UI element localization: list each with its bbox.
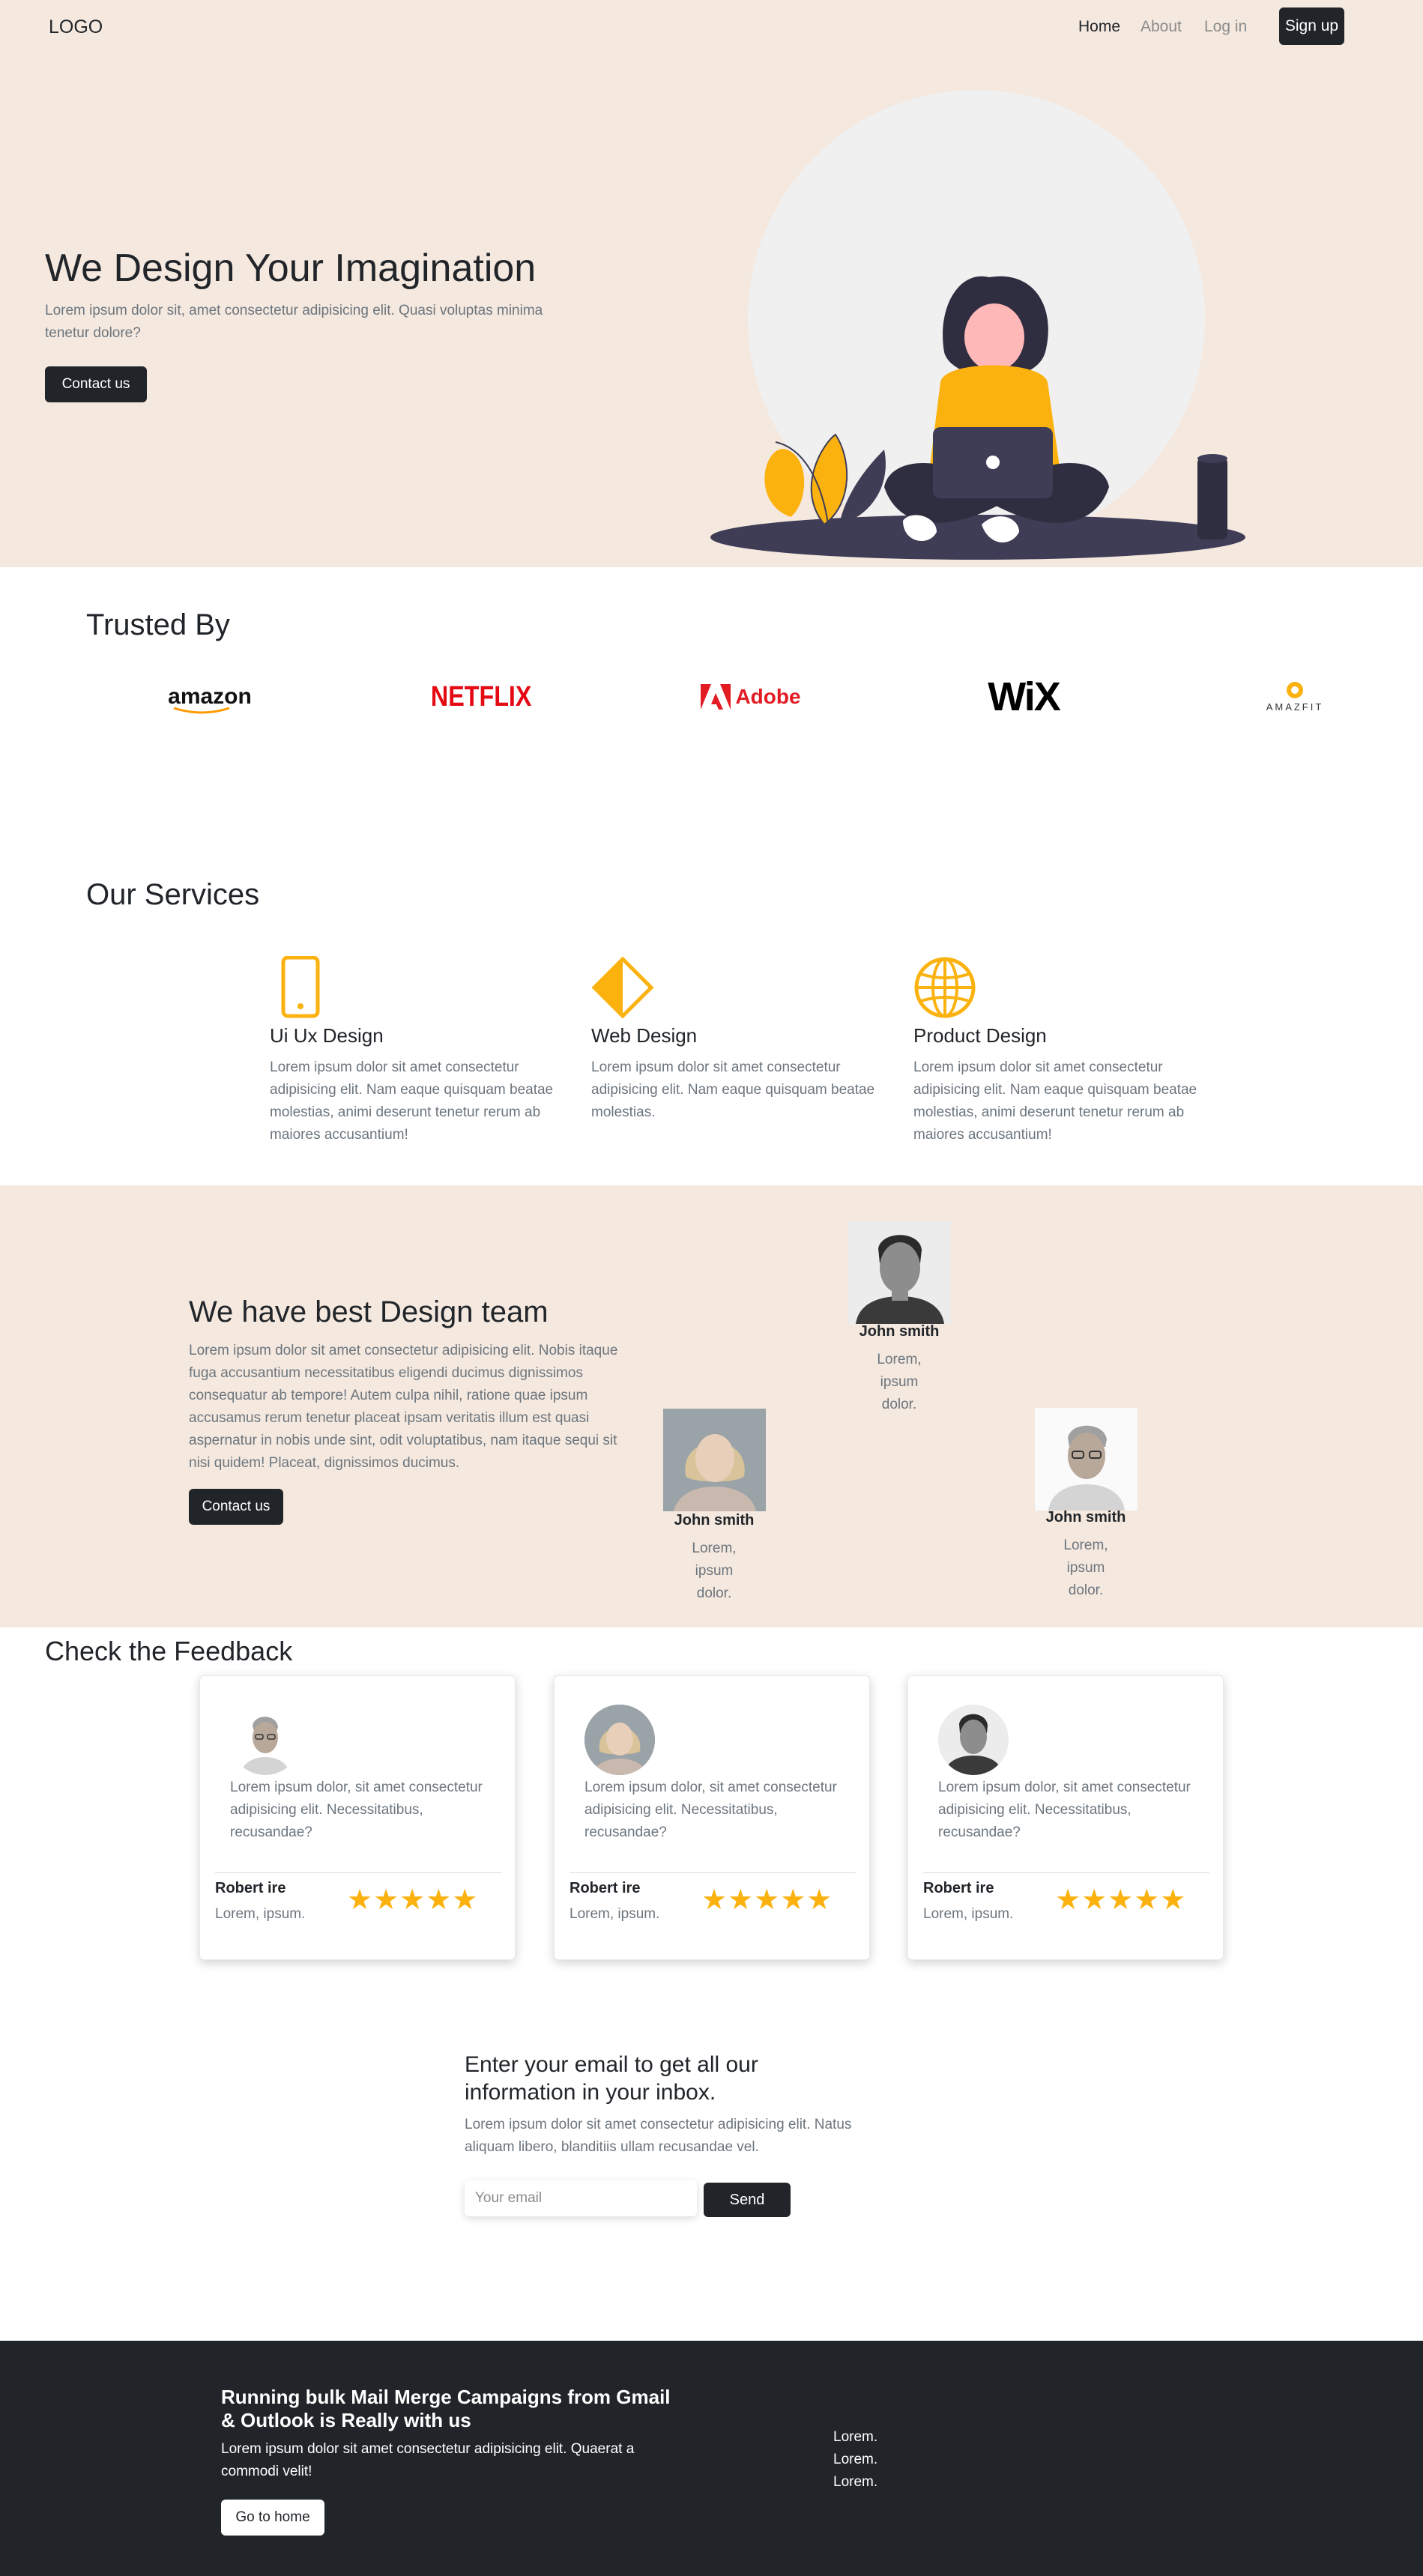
team-member-name: John smith [674,1512,755,1529]
team-member-role: Lorem, ipsum dolor. [877,1352,922,1412]
star-rating: ★★★★★ [347,1884,479,1916]
service-title-ui-ux: Ui Ux Design [270,1024,384,1047]
avatar [230,1705,300,1775]
services-title: Our Services [86,878,260,911]
person-icon [663,1409,766,1511]
person-icon [584,1705,655,1775]
phone-icon [281,956,320,1018]
reviewer-name: Robert ire [923,1880,994,1896]
signup-button[interactable]: Sign up [1279,7,1344,45]
globe-icon [914,957,976,1018]
feedback-title: Check the Feedback [45,1636,293,1666]
send-button[interactable]: Send [704,2183,791,2217]
amazon-logo: amazon [135,678,285,716]
go-home-button[interactable]: Go to home [221,2500,324,2536]
hero-illustration [710,90,1245,560]
reviewer-subtitle: Lorem, ipsum. [569,1906,660,1922]
team-member-role: Lorem, ipsum dolor. [1063,1538,1108,1598]
avatar [938,1705,1009,1775]
service-text-product: Lorem ipsum dolor sit amet consectetur a… [913,1059,1197,1143]
reviewer-subtitle: Lorem, ipsum. [215,1906,306,1922]
wix-logo: WiX [949,674,1099,719]
service-title-web: Web Design [591,1024,698,1047]
wix-logo-text: WiX [988,674,1061,719]
divider [215,1872,501,1873]
divider [569,1872,856,1873]
service-text-ui-ux: Lorem ipsum dolor sit amet consectetur a… [270,1059,554,1143]
amazfit-logo-text: AMAZFIT [1266,701,1324,713]
adobe-logo: Adobe [676,678,826,716]
team-member-role: Lorem, ipsum dolor. [692,1541,737,1601]
amazfit-icon [1287,681,1303,698]
trusted-title: Trusted By [86,608,230,641]
service-text-web: Lorem ipsum dolor sit amet consectetur a… [591,1059,875,1120]
feedback-card: Lorem ipsum dolor, sit amet consectetur … [199,1675,516,1960]
avatar [584,1705,655,1775]
team-member-name: John smith [1045,1509,1126,1526]
nav-home-link[interactable]: Home [1078,18,1120,36]
adobe-logo-text: Adobe [735,685,801,708]
reviewer-subtitle: Lorem, ipsum. [923,1906,1014,1922]
team-contact-button[interactable]: Contact us [189,1489,283,1525]
person-icon [848,1221,951,1324]
team-member-photo [848,1221,951,1324]
star-rating: ★★★★★ [1055,1884,1187,1916]
team-member-name: John smith [859,1323,940,1340]
team-title: We have best Design team [189,1295,549,1328]
feedback-quote: Lorem ipsum dolor, sit amet consectetur … [230,1780,483,1840]
nav-login-link[interactable]: Log in [1204,18,1247,36]
netflix-logo: NETFLIX [406,678,556,716]
hero-contact-button[interactable]: Contact us [45,366,147,402]
netflix-logo-text: NETFLIX [430,680,532,713]
logo[interactable]: LOGO [49,16,103,38]
footer-link[interactable]: Lorem. [833,2429,877,2446]
service-title-product: Product Design [913,1024,1047,1047]
adobe-icon [701,684,731,710]
diamond-icon [591,956,654,1019]
amazfit-logo: AMAZFIT [1220,678,1370,716]
divider [923,1872,1209,1873]
feedback-quote: Lorem ipsum dolor, sit amet consectetur … [938,1780,1191,1840]
footer-title: Running bulk Mail Merge Campaigns from G… [221,2386,671,2431]
reviewer-name: Robert ire [569,1880,641,1896]
team-member-photo [663,1409,766,1511]
newsletter-title: Enter your email to get all our informat… [465,2052,758,2105]
email-input[interactable] [465,2180,697,2216]
star-rating: ★★★★★ [701,1884,833,1916]
footer-link[interactable]: Lorem. [833,2474,877,2491]
person-icon [938,1705,1009,1775]
hero-title: We Design Your Imagination [45,247,537,290]
nav-about-link[interactable]: About [1140,18,1182,36]
feedback-card: Lorem ipsum dolor, sit amet consectetur … [554,1675,870,1960]
footer-link[interactable]: Lorem. [833,2452,877,2468]
newsletter-text: Lorem ipsum dolor sit amet consectetur a… [465,2117,852,2155]
person-icon [1035,1408,1138,1511]
amazon-logo-text: amazon [168,684,252,709]
person-icon [230,1705,300,1775]
team-text: Lorem ipsum dolor sit amet consectetur a… [189,1343,618,1471]
footer [0,2341,1423,2576]
feedback-quote: Lorem ipsum dolor, sit amet consectetur … [584,1780,837,1840]
footer-text: Lorem ipsum dolor sit amet consectetur a… [221,2441,635,2479]
team-member-photo [1035,1408,1138,1511]
hero-subtitle: Lorem ipsum dolor sit, amet consectetur … [45,303,543,341]
reviewer-name: Robert ire [215,1880,286,1896]
feedback-card: Lorem ipsum dolor, sit amet consectetur … [907,1675,1224,1960]
